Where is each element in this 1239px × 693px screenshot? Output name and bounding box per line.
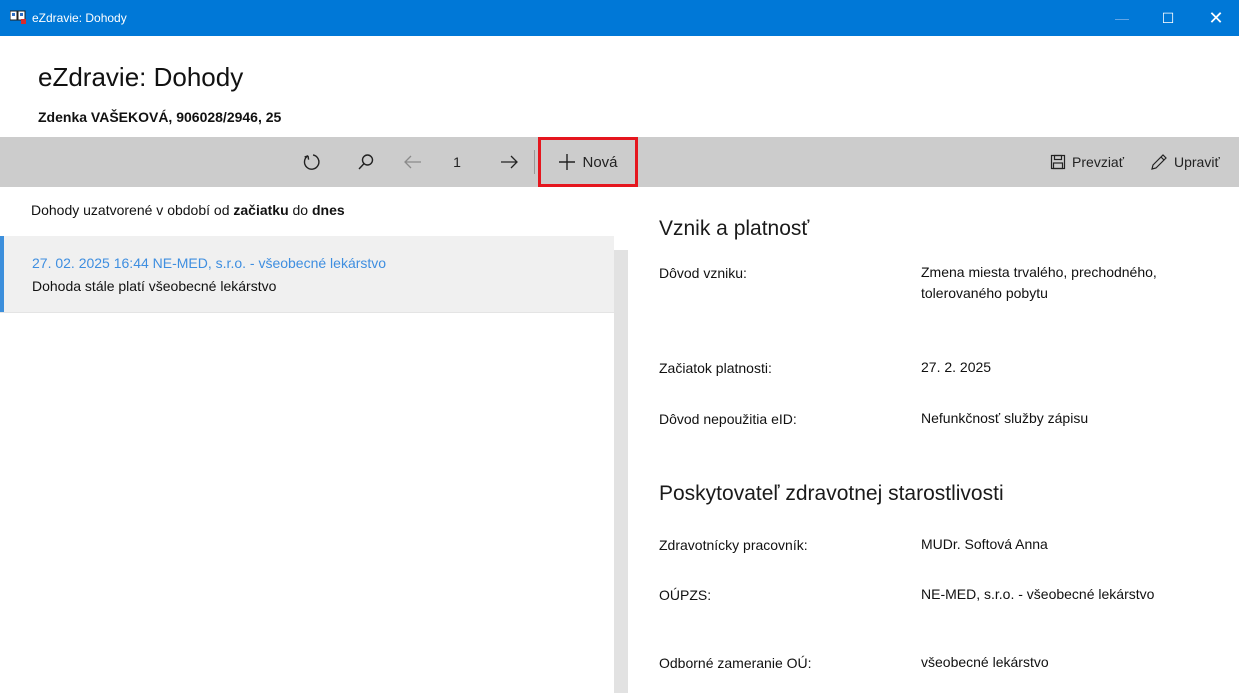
edit-button[interactable]: Upraviť: [1150, 137, 1239, 187]
field-label: Dôvod vzniku:: [659, 265, 747, 281]
arrow-left-icon: [403, 154, 423, 170]
new-button-label: Nová: [582, 153, 618, 171]
list-item-subtitle: Dohoda stále platí všeobecné lekárstvo: [32, 278, 277, 294]
section-title-provider: Poskytovateľ zdravotnej starostlivosti: [659, 482, 1004, 505]
toolbar: 1 Nová Prevziať Upraviť: [0, 137, 1239, 187]
section-title-validity: Vznik a platnosť: [659, 217, 810, 240]
search-icon: [357, 153, 375, 171]
page-number: 1: [453, 154, 461, 170]
field-label: Zdravotnícky pracovník:: [659, 537, 808, 553]
list-item[interactable]: 27. 02. 2025 16:44 NE-MED, s.r.o. - všeo…: [0, 236, 614, 312]
edit-button-label: Upraviť: [1174, 154, 1220, 170]
plus-icon: [558, 153, 576, 171]
field-value: MUDr. Softová Anna: [921, 536, 1048, 552]
field-value: NE-MED, s.r.o. - všeobecné lekárstvo: [921, 586, 1155, 602]
range-prefix: Dohody uzatvorené v období od: [31, 202, 234, 218]
field-value: Nefunkčnosť služby zápisu: [921, 410, 1089, 426]
minimize-button[interactable]: —: [1099, 0, 1145, 36]
list-divider: [0, 312, 614, 313]
field-value: všeobecné lekárstvo: [921, 654, 1049, 670]
range-middle: do: [288, 202, 312, 218]
agreements-list: 27. 02. 2025 16:44 NE-MED, s.r.o. - všeo…: [0, 236, 628, 693]
patient-info: Zdenka VAŠEKOVÁ, 906028/2946, 25: [38, 109, 282, 125]
detail-panel: Vznik a platnosť Dôvod vzniku: Zmena mie…: [638, 187, 1239, 693]
download-button[interactable]: Prevziať: [1038, 137, 1136, 187]
list-scrollbar[interactable]: [614, 250, 628, 693]
range-to: dnes: [311, 202, 345, 218]
refresh-icon: [302, 152, 322, 172]
page-title: eZdravie: Dohody: [38, 62, 244, 92]
field-label: Začiatok platnosti:: [659, 360, 772, 376]
range-from: začiatku: [233, 202, 289, 218]
pencil-icon: [1150, 153, 1168, 171]
window-title: eZdravie: Dohody: [32, 11, 127, 25]
new-button[interactable]: Nová: [539, 137, 637, 187]
field-value: 27. 2. 2025: [921, 359, 992, 375]
date-range-text: Dohody uzatvorené v období od začiatku d…: [31, 202, 345, 218]
toolbar-separator: [534, 150, 535, 174]
close-button[interactable]: ✕: [1193, 0, 1239, 36]
field-value: Zmena miesta trvalého, prechodného, tole…: [921, 264, 1157, 301]
field-label: Dôvod nepoužitia eID:: [659, 411, 797, 427]
field-label: Odborné zameranie OÚ:: [659, 655, 812, 671]
previous-page-button[interactable]: [400, 137, 426, 187]
refresh-button[interactable]: [298, 137, 326, 187]
next-page-button[interactable]: [496, 137, 522, 187]
window-titlebar: eZdravie: Dohody — ☐ ✕: [0, 0, 1239, 36]
app-icon: [9, 10, 26, 24]
search-button[interactable]: [353, 137, 379, 187]
maximize-button[interactable]: ☐: [1145, 0, 1191, 36]
save-icon: [1050, 154, 1066, 170]
list-item-title: 27. 02. 2025 16:44 NE-MED, s.r.o. - všeo…: [32, 255, 387, 271]
download-button-label: Prevziať: [1072, 154, 1124, 170]
arrow-right-icon: [499, 154, 519, 170]
field-label: OÚPZS:: [659, 587, 712, 603]
